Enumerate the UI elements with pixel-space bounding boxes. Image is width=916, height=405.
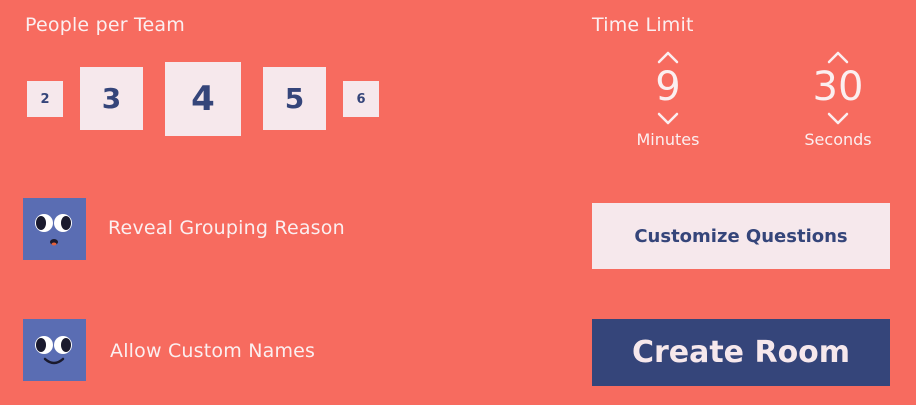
- seconds-spinner: 30 Seconds: [778, 48, 898, 153]
- seconds-unit-label: Seconds: [804, 130, 872, 149]
- chevron-up-icon[interactable]: [826, 50, 850, 64]
- smiling-face-icon: [35, 336, 72, 365]
- minutes-spinner: 9 Minutes: [608, 48, 728, 153]
- allow-custom-names-toggle[interactable]: [23, 319, 86, 381]
- allow-custom-names-label: Allow Custom Names: [110, 340, 316, 362]
- team-size-option-2[interactable]: 2: [27, 81, 63, 117]
- team-size-option-6[interactable]: 6: [343, 81, 379, 117]
- chevron-up-icon[interactable]: [656, 50, 680, 64]
- create-room-button[interactable]: Create Room: [592, 319, 890, 386]
- people-per-team-label: People per Team: [25, 14, 185, 36]
- customize-questions-button[interactable]: Customize Questions: [592, 203, 890, 269]
- reveal-grouping-label: Reveal Grouping Reason: [108, 217, 345, 239]
- seconds-value: 30: [812, 64, 864, 110]
- surprised-face-icon: [35, 214, 72, 246]
- time-limit-label: Time Limit: [592, 14, 694, 36]
- reveal-grouping-toggle[interactable]: [23, 198, 86, 260]
- chevron-down-icon[interactable]: [656, 112, 680, 126]
- team-size-option-3[interactable]: 3: [80, 67, 143, 130]
- team-size-option-5[interactable]: 5: [263, 67, 326, 130]
- team-size-option-4[interactable]: 4: [165, 62, 241, 136]
- minutes-value: 9: [655, 64, 681, 110]
- minutes-unit-label: Minutes: [636, 130, 700, 149]
- chevron-down-icon[interactable]: [826, 112, 850, 126]
